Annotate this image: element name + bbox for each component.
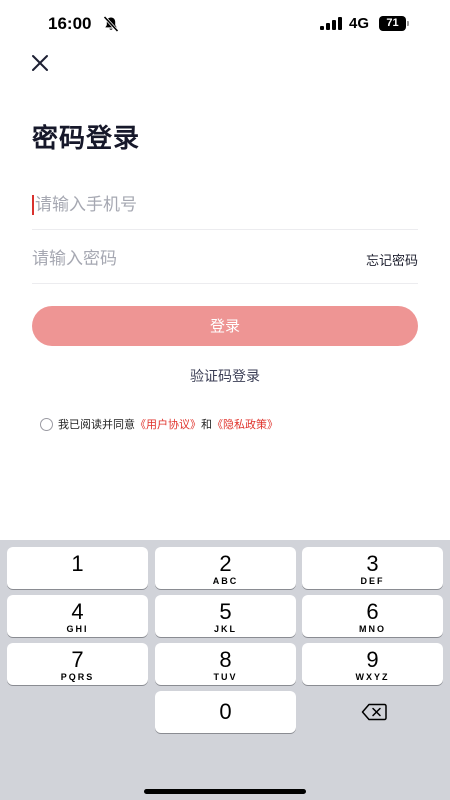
login-button[interactable]: 登录 [32, 306, 418, 346]
key-letters: TUV [213, 672, 238, 682]
network-label: 4G [349, 15, 370, 32]
key-8[interactable]: 8 TUV [155, 643, 296, 685]
key-digit: 1 [71, 551, 84, 576]
battery-icon: 71 [379, 16, 409, 31]
key-7[interactable]: 7 PQRS [7, 643, 148, 685]
status-time: 16:00 [48, 14, 92, 33]
home-indicator [144, 789, 306, 794]
privacy-policy-link[interactable]: 《隐私政策》 [212, 416, 278, 432]
signal-icon [320, 17, 342, 30]
status-bar: 16:00 4G 71 [0, 0, 450, 50]
password-field: 忘记密码 [32, 232, 418, 284]
page-title: 密码登录 [32, 124, 141, 154]
phone-input[interactable] [35, 192, 335, 218]
key-digit: 0 [219, 699, 232, 724]
key-digit: 3 [366, 551, 379, 576]
battery-level: 71 [379, 16, 406, 31]
forgot-password-link[interactable]: 忘记密码 [366, 250, 418, 269]
key-5[interactable]: 5 JKL [155, 595, 296, 637]
key-4[interactable]: 4 GHI [7, 595, 148, 637]
key-letters: PQRS [60, 672, 95, 682]
key-2[interactable]: 2 ABC [155, 547, 296, 589]
key-3[interactable]: 3 DEF [302, 547, 443, 589]
key-letters: GHI [66, 624, 89, 634]
key-digit: 9 [366, 647, 379, 672]
key-0[interactable]: 0 [155, 691, 296, 733]
key-digit: 4 [71, 599, 84, 624]
key-digit: 6 [366, 599, 379, 624]
key-digit: 2 [219, 551, 232, 576]
phone-field [32, 178, 418, 230]
close-icon[interactable] [30, 53, 50, 73]
key-letters: MNO [359, 624, 386, 634]
delete-key[interactable] [302, 691, 443, 733]
agreement-row: 我已阅读并同意 《用户协议》 和 《隐私政策》 [40, 416, 278, 432]
numeric-keyboard: 1 2 ABC 3 DEF 4 GHI 5 JKL 6 MNO 7 PQRS 8… [0, 540, 450, 800]
password-input[interactable] [32, 246, 332, 272]
key-1[interactable]: 1 [7, 547, 148, 589]
key-letters: ABC [212, 576, 239, 586]
key-9[interactable]: 9 WXYZ [302, 643, 443, 685]
sms-login-link[interactable]: 验证码登录 [0, 366, 450, 386]
agreement-prefix: 我已阅读并同意 [58, 418, 135, 431]
battery-cap [407, 21, 409, 26]
text-cursor [32, 195, 34, 215]
agreement-connector: 和 [201, 418, 212, 431]
key-digit: 8 [219, 647, 232, 672]
key-letters: DEF [360, 576, 385, 586]
backspace-icon [361, 703, 387, 721]
key-digit: 7 [71, 647, 84, 672]
key-6[interactable]: 6 MNO [302, 595, 443, 637]
agree-checkbox[interactable] [40, 417, 53, 431]
key-letters: JKL [213, 624, 237, 634]
key-letters: WXYZ [355, 672, 390, 682]
user-agreement-link[interactable]: 《用户协议》 [135, 416, 201, 432]
key-digit: 5 [219, 599, 232, 624]
bell-slash-icon [103, 16, 119, 32]
